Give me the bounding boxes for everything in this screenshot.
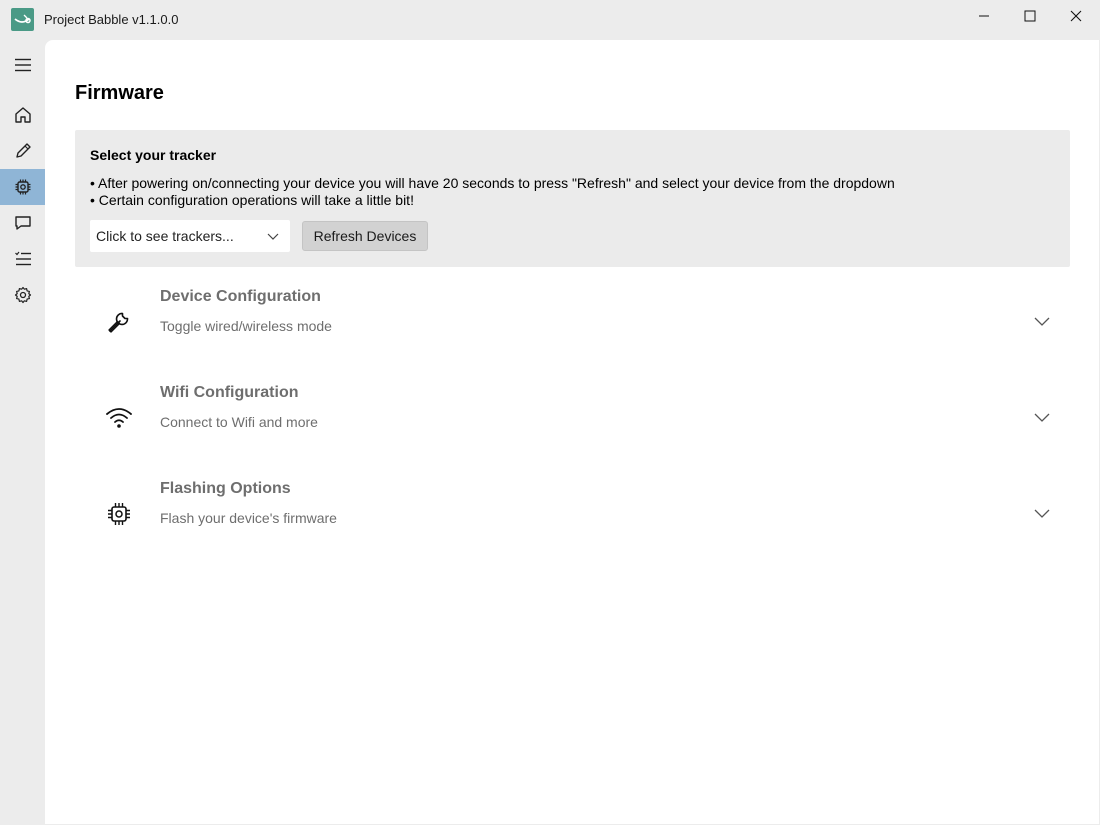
sidebar-item-list[interactable] — [0, 241, 45, 277]
pencil-icon — [15, 143, 31, 158]
maximize-icon — [1024, 10, 1036, 22]
chip-icon — [15, 179, 30, 195]
wrench-icon — [108, 312, 129, 333]
chat-bubble-icon — [14, 216, 31, 230]
sidebar-item-firmware[interactable] — [0, 169, 45, 205]
section-device-configuration[interactable]: Device Configuration Toggle wired/wirele… — [75, 278, 1070, 364]
minimize-icon — [979, 15, 989, 17]
chevron-down-icon — [267, 233, 279, 240]
sidebar-menu-button[interactable] — [0, 47, 45, 83]
panel-title: Select your tracker — [90, 147, 217, 163]
section-flashing-options[interactable]: Flashing Options Flash your device's fir… — [75, 470, 1070, 556]
wifi-icon — [106, 408, 132, 428]
refresh-devices-button[interactable]: Refresh Devices — [302, 221, 428, 251]
maximize-button[interactable] — [1007, 0, 1053, 32]
section-title: Wifi Configuration — [160, 384, 299, 401]
section-description: Flash your device's firmware — [160, 510, 337, 526]
tracker-select-value: Click to see trackers... — [96, 228, 234, 244]
sidebar — [0, 40, 45, 825]
hamburger-menu-icon — [14, 58, 31, 72]
home-icon — [14, 107, 31, 123]
tracker-panel: Select your tracker After powering on/co… — [75, 130, 1070, 267]
panel-notes: After powering on/connecting your device… — [90, 175, 895, 209]
chevron-down-icon[interactable] — [1033, 408, 1051, 426]
sidebar-item-edit[interactable] — [0, 133, 45, 169]
section-description: Connect to Wifi and more — [160, 414, 318, 430]
title-bar: Project Babble v1.1.0.0 — [0, 0, 1100, 40]
section-title: Flashing Options — [160, 480, 291, 497]
section-title: Device Configuration — [160, 288, 321, 305]
sidebar-item-chat[interactable] — [0, 205, 45, 241]
chevron-down-icon[interactable] — [1033, 312, 1051, 330]
sidebar-item-home[interactable] — [0, 97, 45, 133]
tracker-select[interactable]: Click to see trackers... — [90, 220, 290, 252]
list-icon — [14, 251, 31, 266]
chevron-down-icon[interactable] — [1033, 504, 1051, 522]
gear-icon — [14, 286, 31, 304]
sidebar-item-settings[interactable] — [0, 277, 45, 313]
note-item: After powering on/connecting your device… — [90, 175, 895, 192]
section-description: Toggle wired/wireless mode — [160, 318, 332, 334]
window-title: Project Babble v1.1.0.0 — [44, 12, 179, 27]
main-content: Firmware Select your tracker After power… — [45, 40, 1099, 824]
close-icon — [1070, 10, 1082, 22]
minimize-button[interactable] — [961, 0, 1007, 32]
note-item: Certain configuration operations will ta… — [90, 192, 895, 209]
app-logo-icon — [11, 8, 34, 31]
section-wifi-configuration[interactable]: Wifi Configuration Connect to Wifi and m… — [75, 374, 1070, 460]
close-button[interactable] — [1053, 0, 1099, 32]
page-title: Firmware — [75, 82, 164, 104]
chip-icon — [108, 503, 130, 525]
